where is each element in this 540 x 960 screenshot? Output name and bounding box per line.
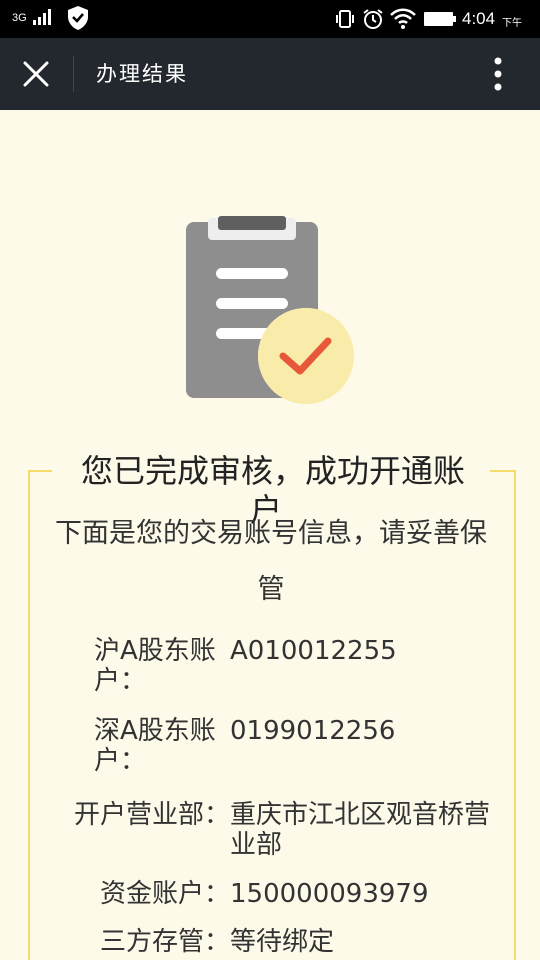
info-row-branch: 开户营业部： 重庆市江北区观音桥营业部 xyxy=(0,800,540,864)
info-value: 等待绑定 xyxy=(230,927,335,957)
info-label: 资金账户： xyxy=(99,879,230,909)
info-value: A010012255 xyxy=(230,636,397,666)
shield-icon xyxy=(68,6,88,30)
vibrate-icon xyxy=(336,10,354,28)
close-button[interactable] xyxy=(14,52,58,96)
info-value: 0199012256 xyxy=(230,716,396,746)
info-label: 三方存管： xyxy=(99,927,230,957)
signal-icon xyxy=(33,9,51,25)
info-row-fund-account: 资金账户： 150000093979 xyxy=(0,879,540,913)
close-icon xyxy=(23,61,49,87)
page-title: 办理结果 xyxy=(96,62,188,86)
info-label: 沪A股东账户： xyxy=(94,636,216,696)
box-border-right xyxy=(490,470,514,472)
info-row-custody: 三方存管： 等待绑定 xyxy=(0,927,540,960)
info-subtitle: 下面是您的交易账号信息，请妥善保管 xyxy=(55,518,487,605)
success-headline: 您已完成审核，成功开通账 xyxy=(80,452,465,490)
info-value: 150000093979 xyxy=(230,879,429,909)
more-vertical-icon xyxy=(494,57,502,91)
info-label: 深A股东账户： xyxy=(94,716,216,776)
alarm-icon xyxy=(363,9,383,29)
clock-time: 4:04 xyxy=(462,9,496,28)
nav-bar: 办理结果 xyxy=(0,38,540,110)
clock-ampm: 下午 xyxy=(502,18,522,29)
network-type: 3G xyxy=(12,12,27,24)
success-clipboard-icon xyxy=(186,216,354,404)
wifi-icon xyxy=(390,8,416,29)
box-border-left xyxy=(28,470,52,472)
info-label: 开户营业部： xyxy=(73,800,230,830)
info-row-sh-account: 沪A股东账户： A010012255 xyxy=(0,636,540,700)
info-value: 重庆市江北区观音桥营业部 xyxy=(230,800,491,860)
info-row-sz-account: 深A股东账户： 0199012256 xyxy=(0,716,540,780)
battery-icon xyxy=(424,12,456,26)
status-bar: 3G 4:04 下午 xyxy=(0,0,540,38)
nav-divider xyxy=(73,56,74,92)
more-menu-button[interactable] xyxy=(478,52,518,96)
